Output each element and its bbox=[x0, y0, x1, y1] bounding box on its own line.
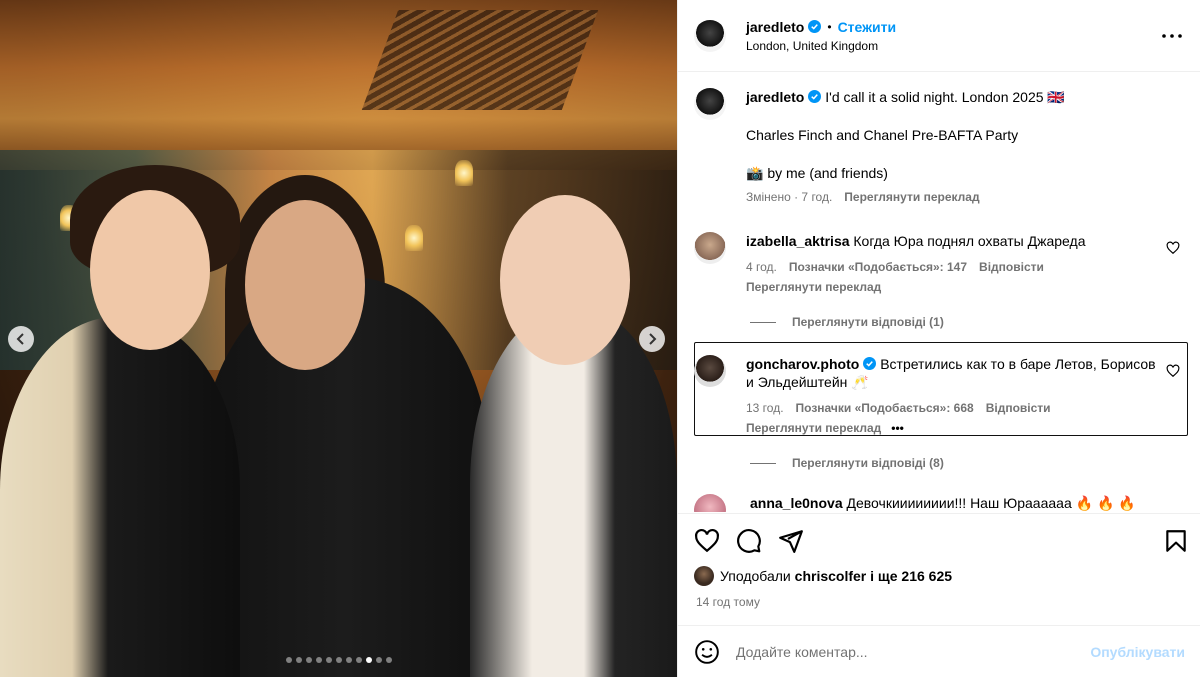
carousel-dot bbox=[315, 657, 322, 663]
comment-item: anna_le0nova Девочкииииииии!!! Наш Юрааа… bbox=[694, 494, 1186, 512]
follow-button[interactable]: Стежити bbox=[838, 19, 897, 35]
comment-item: goncharov.photo Встретились как то в бар… bbox=[694, 355, 1186, 437]
avatar[interactable] bbox=[694, 19, 726, 52]
person-face bbox=[90, 190, 210, 350]
photo-vent bbox=[361, 10, 599, 110]
liker-avatar bbox=[694, 566, 714, 586]
comment-input[interactable] bbox=[736, 643, 1091, 660]
post-time[interactable]: 14 год тому bbox=[696, 595, 760, 609]
translate-link[interactable]: Переглянути переклад bbox=[746, 278, 1166, 296]
verified-badge-icon bbox=[863, 357, 877, 370]
liked-prefix: Уподобали bbox=[720, 568, 791, 584]
person-face bbox=[245, 200, 365, 370]
like-comment-heart-icon[interactable] bbox=[1166, 241, 1180, 255]
comment-likes[interactable]: Позначки «Подобається»: 668 bbox=[796, 399, 974, 417]
comment-options-button[interactable]: ••• bbox=[891, 419, 904, 437]
avatar[interactable] bbox=[694, 355, 726, 387]
separator-dot: • bbox=[827, 19, 832, 34]
caption-translate-link[interactable]: Переглянути переклад bbox=[844, 188, 979, 206]
view-replies-label: Переглянути відповіді (8) bbox=[792, 456, 944, 470]
chevron-left-icon bbox=[16, 333, 24, 345]
comment-username[interactable]: anna_le0nova bbox=[750, 495, 843, 511]
person-face bbox=[500, 195, 630, 365]
author-username[interactable]: jaredleto bbox=[746, 19, 804, 35]
like-comment-heart-icon[interactable] bbox=[1166, 364, 1180, 378]
verified-badge-icon bbox=[808, 90, 822, 103]
add-comment-bar: Опублікувати bbox=[678, 625, 1200, 677]
post-location[interactable]: London, United Kingdom bbox=[746, 39, 896, 53]
caption-line-1: I'd call it a solid night. London 2025 🇬… bbox=[825, 89, 1065, 105]
comment-time: 13 год. bbox=[746, 401, 784, 415]
more-options-button[interactable] bbox=[1160, 24, 1184, 48]
wall-lamp bbox=[405, 225, 423, 251]
chevron-right-icon bbox=[649, 333, 657, 345]
liked-count[interactable]: і ще 216 625 bbox=[870, 568, 952, 584]
replies-line bbox=[750, 321, 776, 323]
carousel-dot bbox=[385, 657, 392, 663]
save-bookmark-icon[interactable] bbox=[1163, 528, 1189, 554]
post-header: jaredleto • Стежити London, United Kingd… bbox=[678, 0, 1200, 72]
verified-badge-icon bbox=[808, 20, 822, 33]
carousel-dot bbox=[355, 657, 362, 663]
carousel-dots bbox=[0, 657, 677, 663]
carousel-dot-active bbox=[365, 657, 372, 663]
carousel-dot bbox=[375, 657, 382, 663]
liked-user[interactable]: chriscolfer bbox=[795, 568, 867, 584]
view-replies-button[interactable]: Переглянути відповіді (1) bbox=[750, 315, 944, 329]
caption-line-3: 📸 by me (and friends) bbox=[746, 165, 888, 181]
carousel-dot bbox=[335, 657, 342, 663]
likes-summary[interactable]: Уподобали chriscolfer і ще 216 625 bbox=[694, 566, 952, 586]
emoji-picker-icon[interactable] bbox=[694, 639, 720, 665]
comment-time: 4 год. bbox=[746, 260, 777, 274]
caption-line-2: Charles Finch and Chanel Pre-BAFTA Party bbox=[746, 127, 1019, 143]
comment-bubble-icon[interactable] bbox=[736, 528, 762, 554]
comment-likes[interactable]: Позначки «Подобається»: 147 bbox=[789, 258, 967, 276]
carousel-next-button[interactable] bbox=[639, 326, 665, 352]
carousel-dot bbox=[325, 657, 332, 663]
carousel-prev-button[interactable] bbox=[8, 326, 34, 352]
wall-lamp bbox=[455, 160, 473, 186]
share-plane-icon[interactable] bbox=[778, 528, 804, 554]
reply-button[interactable]: Відповісти bbox=[986, 399, 1051, 417]
reply-button[interactable]: Відповісти bbox=[979, 258, 1044, 276]
caption-username[interactable]: jaredleto bbox=[746, 89, 804, 105]
like-heart-icon[interactable] bbox=[694, 528, 720, 554]
translate-link[interactable]: Переглянути переклад bbox=[746, 419, 881, 437]
carousel-dot bbox=[295, 657, 302, 663]
comment-text: Когда Юра поднял охваты Джареда bbox=[853, 233, 1086, 249]
comment-item: izabella_aktrisa Когда Юра поднял охваты… bbox=[694, 232, 1186, 296]
post-photo[interactable] bbox=[0, 0, 677, 677]
carousel-dot bbox=[285, 657, 292, 663]
post-caption: jaredleto I'd call it a solid night. Lon… bbox=[694, 88, 1184, 206]
replies-line bbox=[750, 462, 776, 464]
comments-list[interactable]: jaredleto I'd call it a solid night. Lon… bbox=[678, 72, 1200, 512]
carousel-dot bbox=[305, 657, 312, 663]
avatar[interactable] bbox=[694, 494, 726, 512]
person-left bbox=[0, 317, 240, 677]
more-horizontal-icon bbox=[1162, 34, 1182, 38]
caption-edited-time: Змінено · 7 год. bbox=[746, 190, 833, 204]
post-actions-bar bbox=[678, 513, 1200, 565]
post-panel: jaredleto • Стежити London, United Kingd… bbox=[677, 0, 1200, 677]
view-replies-button[interactable]: Переглянути відповіді (8) bbox=[750, 456, 944, 470]
avatar[interactable] bbox=[694, 88, 726, 120]
carousel-dot bbox=[345, 657, 352, 663]
avatar[interactable] bbox=[694, 232, 726, 264]
comment-username[interactable]: goncharov.photo bbox=[746, 356, 859, 372]
view-replies-label: Переглянути відповіді (1) bbox=[792, 315, 944, 329]
publish-button[interactable]: Опублікувати bbox=[1090, 644, 1185, 660]
comment-text: Девочкииииииии!!! Наш Юраааааа 🔥 🔥 🔥 bbox=[846, 495, 1136, 511]
comment-username[interactable]: izabella_aktrisa bbox=[746, 233, 850, 249]
